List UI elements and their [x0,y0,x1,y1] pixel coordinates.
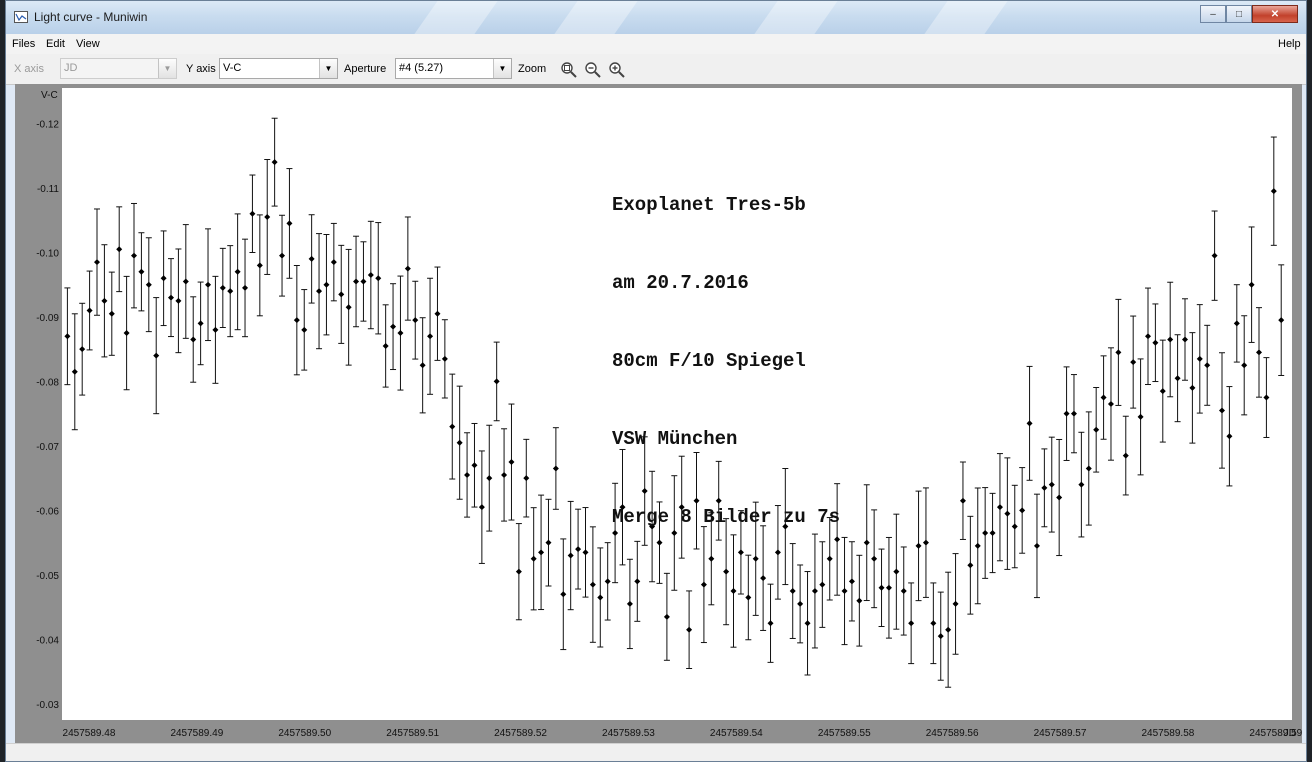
minimize-icon: – [1210,8,1216,20]
x-tick-label: 2457589.58 [1141,728,1194,739]
x-tick-label: 2457589.50 [278,728,331,739]
x-axis-value: JD [64,62,78,74]
x-tick-label: 2457589.51 [386,728,439,739]
y-axis-title: V-C [41,90,58,101]
menu-files[interactable]: Files [12,38,35,50]
maximize-icon: □ [1235,8,1243,20]
status-bar [6,743,1306,761]
minimize-button[interactable]: – [1200,5,1226,23]
y-tick-label: -0.06 [36,506,59,517]
x-tick-label: 2457589.48 [63,728,116,739]
y-tick-label: -0.07 [36,442,59,453]
chart-annotation: Exoplanet Tres-5b am 20.7.2016 80cm F/10… [612,140,840,556]
y-tick-label: -0.12 [36,119,59,130]
x-tick-label: 2457589.54 [710,728,763,739]
zoom-fit-icon[interactable] [560,61,578,79]
y-tick-label: -0.04 [36,635,59,646]
toolbar: X axis JD ▼ Y axis V-C ▼ Aperture #4 (5.… [6,54,1306,85]
close-button[interactable]: ✕ [1252,5,1298,23]
y-tick-label: -0.11 [37,184,59,195]
close-icon: ✕ [1270,8,1280,20]
chevron-down-icon: ▼ [319,59,337,78]
menu-edit[interactable]: Edit [46,38,65,50]
x-tick-label: 2457589.57 [1034,728,1087,739]
chevron-down-icon: ▼ [493,59,511,78]
x-axis-select[interactable]: JD ▼ [60,58,177,79]
zoom-out-icon[interactable] [584,61,602,79]
menu-help[interactable]: Help [1278,38,1301,50]
x-tick-label: 2457589.53 [602,728,655,739]
x-tick-label: 2457589.52 [494,728,547,739]
y-tick-label: -0.05 [36,571,59,582]
maximize-button[interactable]: □ [1226,5,1252,23]
x-axis-label: X axis [14,63,44,75]
y-axis-value: V-C [223,62,242,74]
annotation-line-3: 80cm F/10 Spiegel [612,350,806,372]
menu-bar: Files Edit View Help [6,34,1306,55]
light-curve-app-icon [14,11,28,23]
aperture-value: #4 (5.27) [399,62,444,74]
x-tick-label: 2457589.59 [1249,728,1302,739]
aperture-label: Aperture [344,63,387,75]
annotation-line-2: am 20.7.2016 [612,272,749,294]
y-axis-select[interactable]: V-C ▼ [219,58,338,79]
y-tick-label: -0.03 [36,700,59,711]
y-tick-label: -0.10 [36,248,59,259]
zoom-label: Zoom [518,63,547,75]
aperture-select[interactable]: #4 (5.27) ▼ [395,58,512,79]
y-axis-label: Y axis [186,63,216,75]
zoom-in-icon[interactable] [608,61,626,79]
y-tick-label: -0.09 [36,313,59,324]
menu-view[interactable]: View [76,38,100,50]
x-tick-label: 2457589.55 [818,728,871,739]
annotation-line-4: VSW München [612,428,738,450]
x-tick-label: 2457589.56 [926,728,979,739]
y-tick-label: -0.08 [36,377,59,388]
title-bar[interactable]: Light curve - Muniwin – □ ✕ [6,1,1306,34]
chevron-down-icon: ▼ [158,59,176,78]
annotation-line-1: Exoplanet Tres-5b [612,194,806,216]
x-tick-label: 2457589.49 [170,728,223,739]
window-title: Light curve - Muniwin [34,10,148,24]
annotation-line-5: Merge 8 Bilder zu 7s [612,506,841,528]
